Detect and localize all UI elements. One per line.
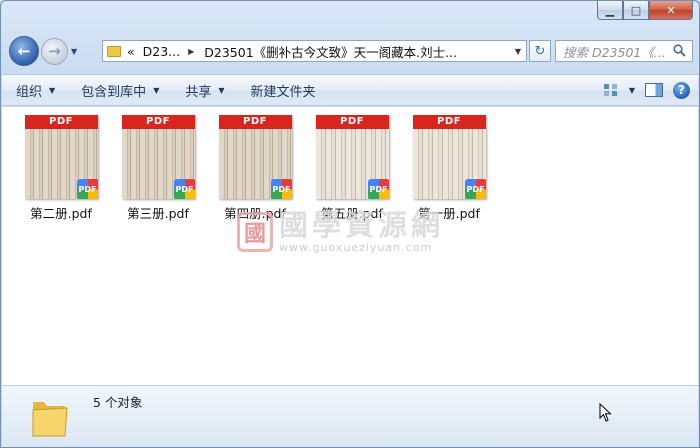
breadcrumb-overflow[interactable]: « xyxy=(127,44,135,59)
pdf-band-label: PDF xyxy=(218,115,292,129)
item-count: 5 个对象 xyxy=(93,395,143,410)
watermark: 國 國學資源網 www.guoxueziyuan.com xyxy=(237,209,444,254)
pdf-band-label: PDF xyxy=(412,115,486,129)
pdf-thumbnail: PDF PDF xyxy=(412,115,486,199)
organize-menu[interactable]: 组织 ▼ xyxy=(2,75,67,105)
pdf-app-icon: PDF xyxy=(76,179,98,199)
view-options-chevron-icon[interactable]: ▼ xyxy=(629,86,635,95)
folder-icon xyxy=(32,402,68,437)
chevron-down-icon: ▼ xyxy=(218,85,225,95)
watermark-title: 國學資源網 xyxy=(279,208,445,242)
command-bar-right: ▼ ? xyxy=(603,75,690,105)
organize-label: 组织 xyxy=(16,84,43,100)
preview-pane-icon[interactable] xyxy=(645,83,663,97)
file-item[interactable]: PDF PDF 第二册.pdf xyxy=(16,115,106,222)
chevron-down-icon: ▼ xyxy=(49,85,56,95)
pdf-thumbnail: PDF PDF xyxy=(218,115,292,199)
include-in-library-label: 包含到库中 xyxy=(81,84,147,100)
maximize-button[interactable]: □ xyxy=(623,1,649,20)
file-name[interactable]: 第三册.pdf xyxy=(113,203,203,222)
pdf-band-label: PDF xyxy=(121,115,195,129)
status-bar: 5 个对象 xyxy=(2,385,698,447)
close-button[interactable]: ✕ xyxy=(649,1,693,20)
watermark-url: www.guoxueziyuan.com xyxy=(279,241,433,254)
pdf-app-icon: PDF xyxy=(173,179,195,199)
search-icon[interactable] xyxy=(673,44,686,57)
address-dropdown-icon[interactable]: ▼ xyxy=(515,47,521,56)
watermark-text: 國學資源網 www.guoxueziyuan.com xyxy=(279,209,444,254)
file-item[interactable]: PDF PDF 第三册.pdf xyxy=(113,115,203,222)
pdf-thumbnail: PDF PDF xyxy=(315,115,389,199)
file-item[interactable]: PDF PDF 第一册.pdf xyxy=(404,115,494,222)
forward-button[interactable]: → xyxy=(41,37,68,65)
search-placeholder: 搜索 D23501《... xyxy=(563,44,666,60)
pdf-band-label: PDF xyxy=(24,115,98,129)
minimize-button[interactable]: ▁ xyxy=(597,1,623,20)
pdf-app-icon: PDF xyxy=(464,179,486,199)
chevron-down-icon: ▼ xyxy=(153,85,160,95)
back-button[interactable]: ← xyxy=(9,36,39,66)
file-item[interactable]: PDF PDF 第四册.pdf xyxy=(210,115,300,222)
new-folder-button[interactable]: 新建文件夹 xyxy=(237,75,328,105)
help-button[interactable]: ? xyxy=(673,81,690,99)
folder-icon xyxy=(107,45,121,57)
breadcrumb-parent[interactable]: D23... xyxy=(143,44,180,59)
pdf-band-label: PDF xyxy=(315,115,389,129)
refresh-button[interactable]: ↻ xyxy=(529,40,551,62)
file-list[interactable]: PDF PDF 第二册.pdf PDF PDF 第三册.pdf PDF PDF … xyxy=(2,107,698,385)
command-bar: 组织 ▼ 包含到库中 ▼ 共享 ▼ 新建文件夹 ▼ ? xyxy=(2,74,698,106)
share-label: 共享 xyxy=(185,84,212,100)
watermark-seal-icon: 國 xyxy=(237,211,273,252)
include-in-library-menu[interactable]: 包含到库中 ▼ xyxy=(67,75,171,105)
pdf-thumbnail: PDF PDF xyxy=(24,115,98,199)
search-input[interactable]: 搜索 D23501《... xyxy=(555,40,693,62)
new-folder-label: 新建文件夹 xyxy=(250,84,316,100)
address-bar[interactable]: « D23... ▶ D23501《删补古今文致》天一阁藏本.刘士... ▼ xyxy=(102,40,527,62)
pdf-app-icon: PDF xyxy=(367,179,389,199)
change-view-icon[interactable] xyxy=(603,83,619,97)
file-item[interactable]: PDF PDF 第五册.pdf xyxy=(307,115,397,222)
breadcrumb-current[interactable]: D23501《删补古今文致》天一阁藏本.刘士... xyxy=(204,42,457,61)
share-menu[interactable]: 共享 ▼ xyxy=(171,75,236,105)
file-name[interactable]: 第二册.pdf xyxy=(16,203,106,222)
navigation-row: ← → ▼ « D23... ▶ D23501《删补古今文致》天一阁藏本.刘士.… xyxy=(9,36,693,66)
pdf-app-icon: PDF xyxy=(270,179,292,199)
breadcrumb-separator-icon[interactable]: ▶ xyxy=(188,47,194,56)
caption-buttons: ▁ □ ✕ xyxy=(597,1,693,20)
pdf-thumbnail: PDF PDF xyxy=(121,115,195,199)
explorer-window: ▁ □ ✕ ← → ▼ « D23... ▶ D23501《删补古今文致》天一阁… xyxy=(0,0,700,448)
recent-pages-dropdown[interactable]: ▼ xyxy=(71,47,77,56)
mouse-cursor-icon xyxy=(599,403,612,422)
